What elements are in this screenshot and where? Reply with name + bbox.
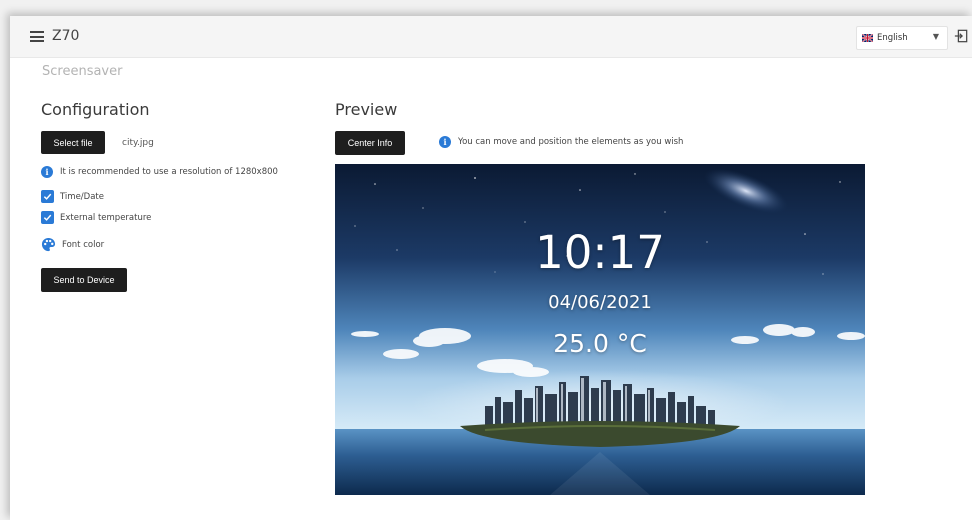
info-icon: i	[41, 166, 53, 178]
checkmark-icon	[41, 211, 54, 224]
language-label: English	[877, 33, 908, 43]
app-window: Z70 English ▼ Screensaver Configuration …	[10, 16, 972, 520]
palette-icon	[41, 237, 56, 252]
select-file-button[interactable]: Select file	[41, 131, 105, 154]
resolution-hint-text: It is recommended to use a resolution of…	[60, 167, 278, 177]
font-color-label: Font color	[62, 239, 105, 250]
time-date-label: Time/Date	[60, 191, 104, 202]
app-title: Z70	[52, 28, 80, 44]
resolution-hint: i It is recommended to use a resolution …	[41, 166, 278, 178]
external-temperature-label: External temperature	[60, 212, 152, 223]
selected-file-name: city.jpg	[122, 138, 154, 148]
preview-time[interactable]: 10:17	[335, 226, 865, 279]
hamburger-menu-icon[interactable]	[30, 31, 44, 42]
logout-icon[interactable]	[954, 29, 968, 43]
checkmark-icon	[41, 190, 54, 203]
screensaver-preview: 10:17 04/06/2021 25.0 °C	[335, 164, 865, 495]
preview-hint-text: You can move and position the elements a…	[458, 137, 684, 147]
send-to-device-button[interactable]: Send to Device	[41, 268, 127, 292]
info-icon: i	[439, 136, 451, 148]
chevron-down-icon: ▼	[932, 32, 939, 41]
preview-temperature[interactable]: 25.0 °C	[335, 329, 865, 358]
preview-date[interactable]: 04/06/2021	[335, 292, 865, 313]
external-temperature-checkbox[interactable]: External temperature	[41, 211, 151, 224]
uk-flag-icon	[862, 34, 873, 42]
preview-hint: i You can move and position the elements…	[439, 136, 683, 148]
font-color-picker[interactable]: Font color	[41, 237, 104, 252]
configuration-heading: Configuration	[41, 100, 150, 119]
top-bar: Z70 English ▼	[10, 16, 972, 58]
time-date-checkbox[interactable]: Time/Date	[41, 190, 104, 203]
center-info-button[interactable]: Center Info	[335, 131, 405, 155]
language-select[interactable]: English ▼	[856, 26, 948, 50]
preview-heading: Preview	[335, 100, 398, 119]
page-title: Screensaver	[42, 64, 123, 79]
